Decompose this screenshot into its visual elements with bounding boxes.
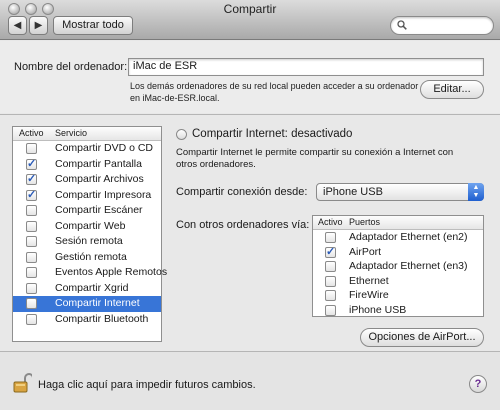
search-input[interactable] <box>390 16 494 35</box>
back-button[interactable]: ◀ <box>8 16 27 35</box>
popup-arrows-icon: ▲ ▼ <box>468 183 484 201</box>
service-row[interactable]: Compartir Bluetooth <box>13 312 161 328</box>
share-from-label: Compartir conexión desde: <box>176 186 308 198</box>
window-title: Compartir <box>223 2 277 16</box>
services-list[interactable]: Activo Servicio Compartir DVD o CD Compar… <box>12 126 167 342</box>
service-checkbox[interactable] <box>26 313 37 325</box>
section-divider <box>0 114 500 115</box>
port-checkbox[interactable] <box>325 275 336 287</box>
port-row[interactable]: FireWire <box>313 288 483 303</box>
port-label: AirPort <box>349 245 382 258</box>
service-row[interactable]: Compartir Internet <box>13 296 161 312</box>
port-label: Adaptador Ethernet (en3) <box>349 260 468 273</box>
service-checkbox[interactable] <box>26 172 37 185</box>
service-row[interactable]: Sesión remota <box>13 234 161 250</box>
share-from-popup[interactable]: iPhone USB ▲ ▼ <box>316 183 484 201</box>
column-header-active: Activo <box>19 128 44 138</box>
service-checkbox[interactable] <box>26 205 37 216</box>
port-label: iPhone USB <box>349 303 407 316</box>
forward-button[interactable]: ▶ <box>29 16 48 35</box>
port-row[interactable]: iPhone USB <box>313 303 483 318</box>
service-row[interactable]: Eventos Apple Remotos <box>13 265 167 281</box>
service-checkbox[interactable] <box>26 251 37 263</box>
service-label: Compartir DVD o CD <box>55 142 154 154</box>
service-label: Gestión remota <box>55 250 127 263</box>
ports-list[interactable]: Activo Puertos Adaptador Ethernet (en2)A… <box>312 215 484 317</box>
service-row[interactable]: Gestión remota <box>13 250 161 266</box>
internet-sharing-status-indicator <box>176 129 187 140</box>
port-checkbox[interactable] <box>325 232 336 243</box>
port-row[interactable]: Adaptador Ethernet (en3) <box>313 259 483 274</box>
port-checkbox[interactable] <box>325 245 336 258</box>
service-checkbox[interactable] <box>26 157 37 170</box>
port-checkbox[interactable] <box>325 290 336 302</box>
service-label: Eventos Apple Remotos <box>55 266 168 278</box>
port-label: Ethernet <box>349 274 389 287</box>
service-label: Compartir Pantalla <box>55 157 142 170</box>
service-label: Sesión remota <box>55 235 123 247</box>
port-checkbox[interactable] <box>325 304 336 316</box>
internet-sharing-status: Compartir Internet: desactivado <box>192 128 353 140</box>
help-button[interactable]: ? <box>469 375 487 393</box>
service-checkbox[interactable] <box>26 267 37 278</box>
service-label: Compartir Archivos <box>55 173 144 185</box>
service-checkbox[interactable] <box>26 143 37 154</box>
computer-name-note: Los demás ordenadores de su red local pu… <box>130 81 419 103</box>
window-toolbar: Compartir ◀ ▶ Mostrar todo <box>0 0 500 40</box>
share-from-value: iPhone USB <box>323 186 383 198</box>
service-row[interactable]: Compartir Xgrid <box>13 281 161 297</box>
service-checkbox[interactable] <box>26 236 37 247</box>
forward-arrow-icon: ▶ <box>34 20 43 31</box>
service-row[interactable]: Compartir Pantalla <box>13 157 161 173</box>
edit-button[interactable]: Editar... <box>420 80 484 99</box>
port-label: FireWire <box>349 289 389 302</box>
port-row[interactable]: Ethernet <box>313 274 483 289</box>
service-checkbox[interactable] <box>26 282 37 294</box>
service-row[interactable]: Compartir Escáner <box>13 203 161 219</box>
service-label: Compartir Escáner <box>55 204 143 216</box>
search-icon <box>397 20 407 30</box>
service-row[interactable]: Compartir DVD o CD <box>13 141 161 157</box>
computer-name-field[interactable]: iMac de ESR <box>128 58 484 76</box>
service-label: Compartir Xgrid <box>55 281 129 294</box>
lock-message[interactable]: Haga clic aquí para impedir futuros camb… <box>38 379 256 391</box>
column-header-service: Servicio <box>55 128 88 138</box>
port-row[interactable]: AirPort <box>313 245 483 260</box>
port-checkbox[interactable] <box>325 261 336 273</box>
service-checkbox[interactable] <box>26 298 37 309</box>
computer-name-label: Nombre del ordenador: <box>14 61 128 73</box>
service-label: Compartir Bluetooth <box>55 312 149 325</box>
services-list-header: Activo Servicio <box>13 127 161 141</box>
service-label: Compartir Web <box>55 219 126 232</box>
column-header-ports: Puertos <box>349 217 381 227</box>
internet-sharing-description: Compartir Internet le permite compartir … <box>176 147 454 170</box>
service-row[interactable]: Compartir Web <box>13 219 161 235</box>
service-row[interactable]: Compartir Impresora <box>13 188 161 204</box>
port-label: Adaptador Ethernet (en2) <box>349 231 468 243</box>
share-to-label: Con otros ordenadores vía: <box>176 219 310 231</box>
show-all-button[interactable]: Mostrar todo <box>53 16 133 35</box>
back-arrow-icon: ◀ <box>13 20 22 31</box>
lock-open-icon[interactable] <box>12 372 32 394</box>
port-row[interactable]: Adaptador Ethernet (en2) <box>313 230 483 245</box>
column-header-active: Activo <box>318 217 343 227</box>
service-row[interactable]: Compartir Archivos <box>13 172 161 188</box>
ports-list-header: Activo Puertos <box>313 216 483 230</box>
service-label: Compartir Internet <box>55 297 140 309</box>
service-label: Compartir Impresora <box>55 188 152 201</box>
airport-options-button[interactable]: Opciones de AirPort... <box>360 328 484 347</box>
service-checkbox[interactable] <box>26 188 37 201</box>
service-checkbox[interactable] <box>26 220 37 232</box>
